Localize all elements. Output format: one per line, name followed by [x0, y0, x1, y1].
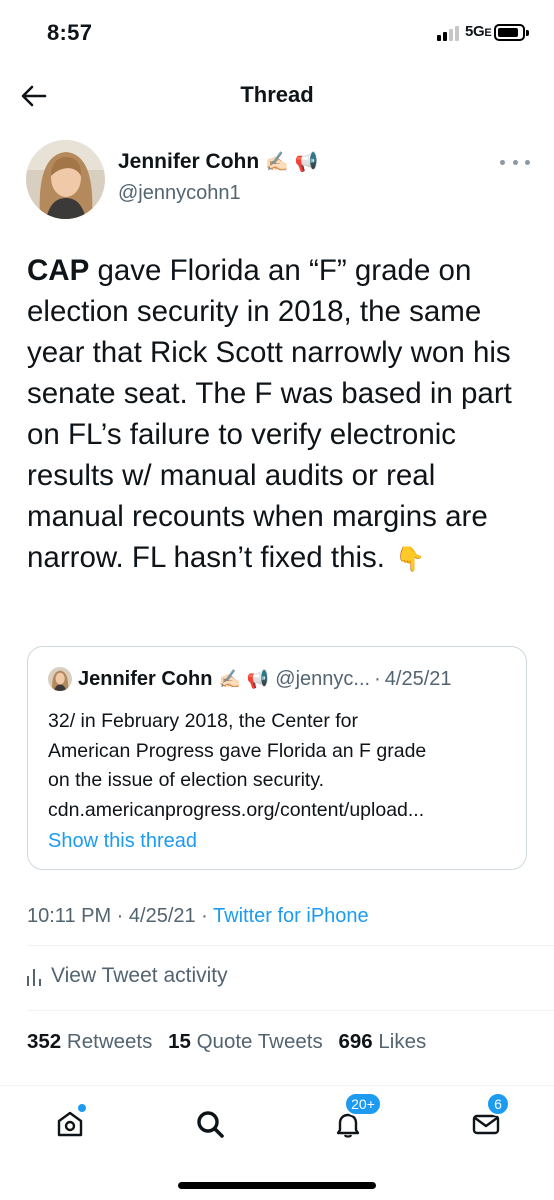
- quoted-author-handle: @jennyc...: [275, 667, 371, 690]
- messages-badge: 6: [486, 1092, 510, 1116]
- quoted-tweet-card[interactable]: Jennifer Cohn ✍🏻 📢 @jennyc... · 4/25/21 …: [27, 646, 527, 870]
- tab-home[interactable]: [50, 1104, 90, 1144]
- network-suffix: E: [484, 27, 492, 39]
- network-type: 5GE: [465, 23, 492, 40]
- quoted-separator: ·: [374, 667, 381, 690]
- likes-label: Likes: [378, 1030, 427, 1053]
- quoted-link[interactable]: cdn.americanprogress.org/content/upload.…: [48, 796, 508, 826]
- status-time: 8:57: [47, 20, 93, 45]
- battery-icon: [494, 24, 529, 41]
- quoted-tweet-text: 32/ in February 2018, the Center for Ame…: [48, 707, 508, 825]
- retweets-count: 352: [27, 1030, 62, 1053]
- quote-tweets-count: 15: [168, 1030, 191, 1053]
- tweet-text-body: gave Florida an “F” grade on election se…: [27, 254, 512, 574]
- author-avatar[interactable]: [26, 140, 105, 219]
- tweet-meta: 10:11 PM · 4/25/21 · Twitter for iPhone: [27, 905, 369, 928]
- quoted-tweet-header: Jennifer Cohn ✍🏻 📢 @jennyc... · 4/25/21: [48, 667, 452, 691]
- status-bar: 8:57 5GE: [0, 0, 554, 70]
- tweet-timestamp: 10:11 PM · 4/25/21 ·: [27, 905, 208, 927]
- author-name-row[interactable]: Jennifer Cohn ✍🏻 📢: [118, 150, 319, 174]
- writing-hand-emoji: ✍🏻: [218, 668, 241, 689]
- pointing-down-emoji: 👇: [395, 546, 425, 573]
- tab-search[interactable]: [190, 1104, 230, 1144]
- likes-stat[interactable]: 696 Likes: [338, 1030, 426, 1053]
- tab-messages[interactable]: 6: [466, 1092, 510, 1144]
- page-title: Thread: [240, 82, 314, 107]
- network-label: 5G: [465, 23, 485, 40]
- quoted-line: American Progress gave Florida an F grad…: [48, 739, 427, 762]
- retweets-stat[interactable]: 352 Retweets: [27, 1030, 152, 1053]
- divider: [27, 1010, 554, 1011]
- writing-hand-emoji: ✍🏻: [265, 152, 289, 173]
- tweet-text: CAP gave Florida an “F” grade on electio…: [27, 250, 527, 580]
- megaphone-emoji: 📢: [294, 152, 319, 173]
- home-indicator: [178, 1182, 376, 1189]
- quote-tweets-stat[interactable]: 15 Quote Tweets: [168, 1030, 323, 1053]
- author-name[interactable]: Jennifer Cohn: [118, 150, 259, 174]
- thread-header: Thread: [0, 70, 554, 122]
- tweet-text-bold: CAP: [27, 254, 90, 287]
- quoted-author-name: Jennifer Cohn: [78, 667, 213, 690]
- notifications-badge: 20+: [344, 1092, 382, 1116]
- quote-tweets-label: Quote Tweets: [196, 1030, 323, 1053]
- bar-chart-icon: [27, 969, 41, 986]
- likes-count: 696: [338, 1030, 373, 1053]
- quoted-line: on the issue of election security.: [48, 769, 325, 791]
- show-thread-link[interactable]: Show this thread: [48, 830, 197, 853]
- quoted-line: 32/ in February 2018, the Center for: [48, 710, 359, 732]
- author-handle[interactable]: @jennycohn1: [118, 182, 241, 205]
- search-icon: [197, 1111, 224, 1138]
- cellular-signal-icon: [437, 25, 461, 41]
- quoted-author-avatar: [48, 667, 72, 691]
- more-options-icon[interactable]: [500, 152, 530, 172]
- tab-notifications[interactable]: 20+: [328, 1092, 382, 1144]
- tweet-source-link[interactable]: Twitter for iPhone: [213, 905, 369, 927]
- divider: [27, 945, 554, 946]
- view-activity-button[interactable]: View Tweet activity: [27, 964, 228, 988]
- tweet-stats: 352 Retweets 15 Quote Tweets 696 Likes: [27, 1030, 436, 1054]
- home-unread-dot: [78, 1104, 86, 1112]
- home-icon: [57, 1111, 83, 1137]
- quoted-date: 4/25/21: [384, 667, 452, 690]
- retweets-label: Retweets: [66, 1030, 153, 1053]
- view-activity-label: View Tweet activity: [51, 964, 228, 987]
- megaphone-emoji: 📢: [246, 668, 270, 689]
